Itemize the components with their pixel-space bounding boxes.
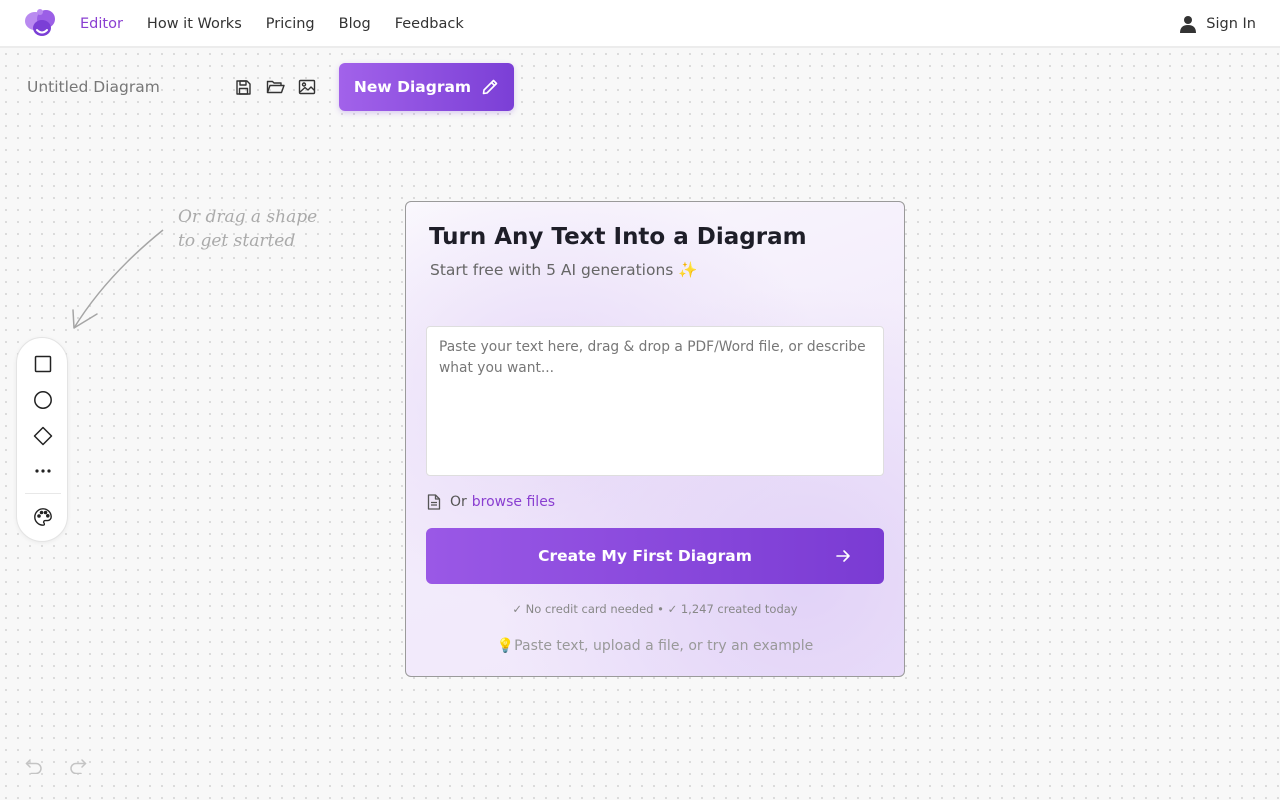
nav-link-pricing[interactable]: Pricing — [266, 16, 315, 32]
document-title[interactable]: Untitled Diagram — [27, 78, 160, 96]
nav-link-feedback[interactable]: Feedback — [395, 16, 464, 32]
card-subtitle: Start free with 5 AI generations ✨ — [430, 261, 698, 279]
pencil-icon — [482, 79, 498, 95]
new-diagram-button[interactable]: New Diagram — [339, 63, 514, 111]
browse-files-row: Or browse files — [427, 494, 555, 510]
diagram-text-input[interactable] — [426, 326, 884, 476]
logo-icon[interactable] — [24, 8, 58, 38]
trust-info: ✓ No credit card needed • ✓ 1,247 create… — [512, 602, 798, 616]
folder-open-icon[interactable] — [265, 77, 285, 97]
rectangle-icon[interactable] — [31, 352, 55, 376]
browse-files-link[interactable]: browse files — [472, 494, 555, 510]
palette-icon[interactable] — [31, 505, 55, 529]
shape-palette — [16, 337, 68, 542]
drag-shape-hint: Or drag a shape to get started — [178, 207, 318, 251]
document-icon — [427, 494, 441, 510]
file-actions — [233, 77, 329, 97]
sign-in-button[interactable]: Sign In — [1180, 0, 1256, 48]
sign-in-label: Sign In — [1206, 16, 1256, 32]
circle-icon[interactable] — [31, 388, 55, 412]
new-diagram-label: New Diagram — [353, 78, 472, 96]
diamond-icon[interactable] — [31, 424, 55, 448]
image-icon[interactable] — [297, 77, 317, 97]
ai-generate-card: Turn Any Text Into a Diagram Start free … — [405, 201, 905, 677]
browse-prefix: Or — [450, 494, 467, 510]
create-diagram-button[interactable]: Create My First Diagram — [426, 528, 884, 584]
save-icon[interactable] — [233, 77, 253, 97]
top-navigation: Editor How it Works Pricing Blog Feedbac… — [0, 0, 1280, 48]
card-title: Turn Any Text Into a Diagram — [429, 224, 807, 250]
user-icon — [1180, 16, 1197, 33]
nav-link-blog[interactable]: Blog — [339, 16, 371, 32]
tip-text: 💡Paste text, upload a file, or try an ex… — [496, 638, 814, 654]
nav-links: Editor How it Works Pricing Blog Feedbac… — [80, 0, 488, 48]
create-diagram-label: Create My First Diagram — [538, 547, 752, 565]
more-icon[interactable] — [31, 459, 55, 483]
palette-divider — [25, 493, 61, 494]
hint-arrow-icon — [72, 229, 164, 329]
redo-icon[interactable] — [68, 756, 88, 776]
nav-link-how-it-works[interactable]: How it Works — [147, 16, 242, 32]
arrow-right-icon — [836, 550, 850, 562]
nav-link-editor[interactable]: Editor — [80, 16, 123, 32]
undo-icon[interactable] — [24, 756, 44, 776]
